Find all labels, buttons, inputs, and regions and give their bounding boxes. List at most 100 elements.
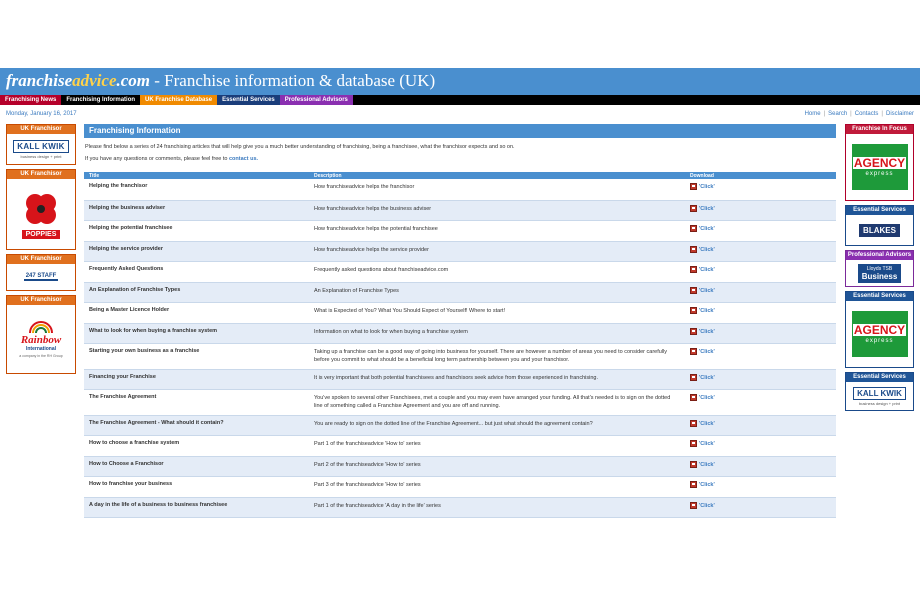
- blakes-logo: BLAKES: [846, 215, 913, 245]
- contact-text: If you have any questions or comments, p…: [85, 156, 836, 162]
- pdf-icon[interactable]: [690, 501, 697, 509]
- contact-us-link[interactable]: contact us.: [229, 156, 258, 162]
- ad-header: UK Franchisor: [7, 296, 75, 305]
- logo-text: BLAKES: [859, 223, 900, 237]
- logo-sub: business design + print: [20, 153, 62, 159]
- article-description: What is Expected of You? What You Should…: [309, 302, 685, 324]
- ad-poppies[interactable]: UK Franchisor POPPIES: [6, 169, 76, 250]
- table-row: Frequently Asked Questions Frequently ask…: [84, 261, 836, 283]
- article-description: You are ready to sign on the dotted line…: [309, 415, 685, 436]
- download-link[interactable]: 'Click': [699, 502, 715, 508]
- table-row: The Franchise Agreement You've spoken to …: [84, 389, 836, 416]
- logo-sub: business design + print: [858, 400, 901, 406]
- download-cell: 'Click': [685, 369, 836, 390]
- nav-tab-professional-advisors[interactable]: Professional Advisors: [279, 95, 353, 105]
- article-title: Helping the business adviser: [84, 200, 309, 221]
- pdf-icon[interactable]: [690, 204, 697, 212]
- pdf-icon[interactable]: [690, 460, 697, 468]
- download-cell: 'Click': [685, 200, 836, 221]
- logo-sub2: a company in the RH Group: [19, 354, 63, 358]
- download-link[interactable]: 'Click': [699, 266, 715, 272]
- pdf-icon[interactable]: [690, 419, 697, 427]
- agency-express-logo: AGENCY express: [846, 301, 913, 367]
- download-link[interactable]: 'Click': [699, 461, 715, 467]
- nav-tab-franchising-information[interactable]: Franchising Information: [61, 95, 141, 105]
- search-link[interactable]: Search: [828, 111, 847, 117]
- ad-agency-express-services[interactable]: Essential Services AGENCY express: [845, 291, 914, 368]
- nav-tab-franchising-news[interactable]: Franchising News: [0, 95, 62, 105]
- pdf-icon[interactable]: [690, 439, 697, 447]
- site-title[interactable]: franchiseadvice.com - Franchise informat…: [6, 71, 435, 91]
- column-header-title: Title: [84, 172, 309, 179]
- download-link[interactable]: 'Click': [699, 440, 715, 446]
- main-nav: Franchising News Franchising Information…: [0, 95, 920, 105]
- download-cell: 'Click': [685, 476, 836, 498]
- poppies-logo: POPPIES: [7, 179, 75, 249]
- ad-247staff[interactable]: UK Franchisor 247 STAFF: [6, 254, 76, 291]
- ad-header: UK Franchisor: [7, 125, 75, 134]
- ad-rainbow[interactable]: UK Franchisor Rainbow International a co…: [6, 295, 76, 374]
- site-tagline: - Franchise information & database (UK): [150, 71, 436, 90]
- home-link[interactable]: Home: [805, 111, 821, 117]
- download-link[interactable]: 'Click': [699, 205, 715, 211]
- ad-lloyds-tsb[interactable]: Professional Advisors Lloyds TSB Busines…: [845, 250, 914, 287]
- pdf-icon[interactable]: [690, 265, 697, 273]
- pdf-icon[interactable]: [690, 245, 697, 253]
- logo-text: KALL KWIK: [853, 386, 906, 400]
- current-date: Monday, January 16, 2017: [6, 111, 77, 117]
- article-description: It is very important that both potential…: [309, 369, 685, 390]
- ad-header: Professional Advisors: [846, 251, 913, 260]
- ad-blakes[interactable]: Essential Services BLAKES: [845, 205, 914, 246]
- agency-express-logo: AGENCY express: [846, 134, 913, 200]
- pdf-icon[interactable]: [690, 373, 697, 381]
- article-description: You've spoken to several other Franchise…: [309, 389, 685, 416]
- ad-kallkwik-right[interactable]: Essential Services KALL KWIK business de…: [845, 372, 914, 411]
- pdf-icon[interactable]: [690, 327, 697, 335]
- article-description: An Explanation of Franchise Types: [309, 282, 685, 303]
- download-link[interactable]: 'Click': [699, 287, 715, 293]
- pdf-icon[interactable]: [690, 183, 697, 190]
- article-description: Part 3 of the franchiseadvice 'How to' s…: [309, 476, 685, 498]
- table-row: Helping the franchisor How franchiseadvic…: [84, 179, 836, 201]
- article-title: Frequently Asked Questions: [84, 261, 309, 283]
- ad-header: Essential Services: [846, 206, 913, 215]
- logo-text: KALL KWIK: [13, 139, 69, 153]
- table-row: Financing your Franchise It is very impor…: [84, 369, 836, 390]
- logo-sub: express: [865, 171, 894, 177]
- table-row: A day in the life of a business to busin…: [84, 497, 836, 518]
- contacts-link[interactable]: Contacts: [855, 111, 879, 117]
- download-link[interactable]: 'Click': [699, 348, 715, 354]
- download-link[interactable]: 'Click': [699, 246, 715, 252]
- download-link[interactable]: 'Click': [699, 307, 715, 313]
- ad-agency-express-focus[interactable]: Franchise In Focus AGENCY express: [845, 124, 914, 201]
- download-link[interactable]: 'Click': [699, 328, 715, 334]
- article-description: Part 1 of the franchiseadvice 'A day in …: [309, 497, 685, 518]
- rainbow-arc-icon: [29, 321, 53, 334]
- pdf-icon[interactable]: [690, 224, 697, 232]
- nav-tab-uk-franchise-database[interactable]: UK Franchise Database: [140, 95, 218, 105]
- download-link[interactable]: 'Click': [699, 225, 715, 231]
- pdf-icon[interactable]: [690, 286, 697, 294]
- ad-kallkwik[interactable]: UK Franchisor KALL KWIK business design …: [6, 124, 76, 165]
- download-link[interactable]: 'Click': [699, 394, 715, 400]
- nav-tab-essential-services[interactable]: Essential Services: [217, 95, 280, 105]
- pdf-icon[interactable]: [690, 480, 697, 488]
- article-title: What to look for when buying a franchise…: [84, 323, 309, 344]
- logo-text: POPPIES: [21, 230, 61, 239]
- download-link[interactable]: 'Click': [699, 374, 715, 380]
- pdf-icon[interactable]: [690, 306, 697, 314]
- pdf-icon[interactable]: [690, 393, 697, 401]
- disclaimer-link[interactable]: Disclaimer: [886, 111, 914, 117]
- site-brand[interactable]: franchiseadvice.com: [6, 71, 150, 90]
- ad-header: UK Franchisor: [7, 170, 75, 179]
- article-title: Financing your Franchise: [84, 369, 309, 390]
- download-link[interactable]: 'Click': [699, 184, 715, 190]
- page-title: Franchising Information: [84, 124, 836, 138]
- article-description: How franchiseadvice helps the potential …: [309, 220, 685, 242]
- download-link[interactable]: 'Click': [699, 420, 715, 426]
- download-link[interactable]: 'Click': [699, 481, 715, 487]
- article-title: Starting your own business as a franchis…: [84, 343, 309, 370]
- pdf-icon[interactable]: [690, 347, 697, 355]
- article-title: Helping the potential franchisee: [84, 220, 309, 242]
- article-description: How franchiseadvice helps the business a…: [309, 200, 685, 221]
